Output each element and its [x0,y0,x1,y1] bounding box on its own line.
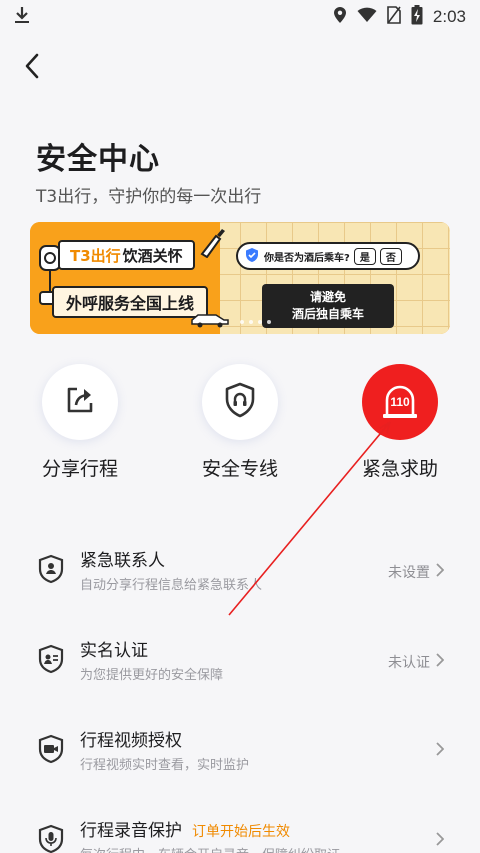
list-item-title: 行程录音保护 订单开始后生效 [80,816,290,841]
list-item-status: 未设置 [388,562,445,582]
back-button[interactable] [14,50,50,86]
clock: 2:03 [432,7,466,26]
banner-warning-line2: 酒后独自乘车 [291,307,364,321]
video-camera-icon [36,734,66,764]
alarm-110-icon: 110 [381,384,419,420]
list-item-title: 行程视频授权 [80,731,182,751]
no-sim-icon [387,6,401,28]
shield-check-icon [244,247,260,266]
banner-yes-button: 是 [353,247,376,265]
list-item-real-name[interactable]: 实名认证 为您提供更好的安全保障 未认证 [30,630,450,706]
banner-warning-line1: 请避免 [309,290,346,304]
banner-no-button: 否 [379,247,402,265]
bottle-icon [198,226,228,262]
list-item-status [430,832,445,850]
share-trip-label: 分享行程 [41,458,118,480]
car-icon [190,312,230,332]
share-icon [65,385,95,419]
page-title: 安全中心 [36,142,160,177]
safety-hotline-label: 安全专线 [201,458,278,480]
status-bar: 2:03 [0,0,480,34]
share-trip-circle[interactable] [42,364,118,440]
list-item-subtitle: 自动分享行程信息给紧急联系人 [80,578,263,593]
list-item-tag: 订单开始后生效 [192,824,290,840]
download-icon [14,6,30,28]
alarm-badge: 110 [390,395,410,409]
id-card-icon [36,644,66,674]
list-item-subtitle: 为您提供更好的安全保障 [80,668,224,683]
microphone-icon [36,824,66,853]
list-item-status-text: 未认证 [388,655,430,671]
list-item-audio-protect[interactable]: 行程录音保护订单开始后生效 每次行程中，车辆会开启录音，保障纠纷取证 [30,810,450,853]
banner-warning: 请避免 酒后独自乘车 [262,284,394,328]
list-item-title: 紧急联系人 [80,551,165,571]
list-item-status [430,742,445,760]
banner-question: 你是否为酒后乘车? 是 否 [236,242,420,270]
list-item-status: 未认证 [388,652,445,672]
chevron-right-icon [436,653,445,671]
chevron-right-icon [436,563,445,581]
chevron-left-icon [24,53,40,83]
banner-tag1-text: 饮酒关怀 [122,246,183,265]
shield-phone-icon [224,382,256,422]
list-item-video-auth[interactable]: 行程视频授权 行程视频实时查看，实时监护 [30,720,450,796]
wifi-icon [357,7,377,27]
banner-question-text: 你是否为酒后乘车? [264,252,350,264]
list-item-emergency-contact[interactable]: 紧急联系人 自动分享行程信息给紧急联系人 未设置 [30,540,450,616]
share-trip-button[interactable]: 分享行程 [20,364,140,481]
emergency-help-circle[interactable]: 110 [362,364,438,440]
banner-pagination [240,320,271,324]
promo-banner[interactable]: T3出行 饮酒关怀 外呼服务全国上线 你是否为酒后乘车? 是 否 请避免 酒后独… [30,222,450,334]
battery-charging-icon [411,5,423,29]
banner-brand: T3出行 [70,246,121,265]
list-item-subtitle: 每次行程中，车辆会开启录音，保障纠纷取证 [80,844,340,853]
banner-tag-service: 外呼服务全国上线 [52,286,209,318]
list-item-status-text: 未设置 [388,565,430,581]
location-icon [333,6,347,28]
contact-shield-icon [36,554,66,584]
list-item-subtitle: 行程视频实时查看，实时监护 [80,758,250,773]
chevron-right-icon [436,832,445,850]
emergency-help-label: 紧急求助 [361,458,438,480]
page-subtitle: T3出行，守护你的每一次出行 [36,187,262,207]
list-item-title-text: 行程录音保护 [80,821,182,841]
chevron-right-icon [436,742,445,760]
list-item-title: 实名认证 [80,641,148,661]
safety-hotline-button[interactable]: 安全专线 [180,364,300,481]
emergency-help-button[interactable]: 110 紧急求助 [340,364,460,481]
safety-hotline-circle[interactable] [202,364,278,440]
banner-tag-brand: T3出行 饮酒关怀 [58,240,195,270]
